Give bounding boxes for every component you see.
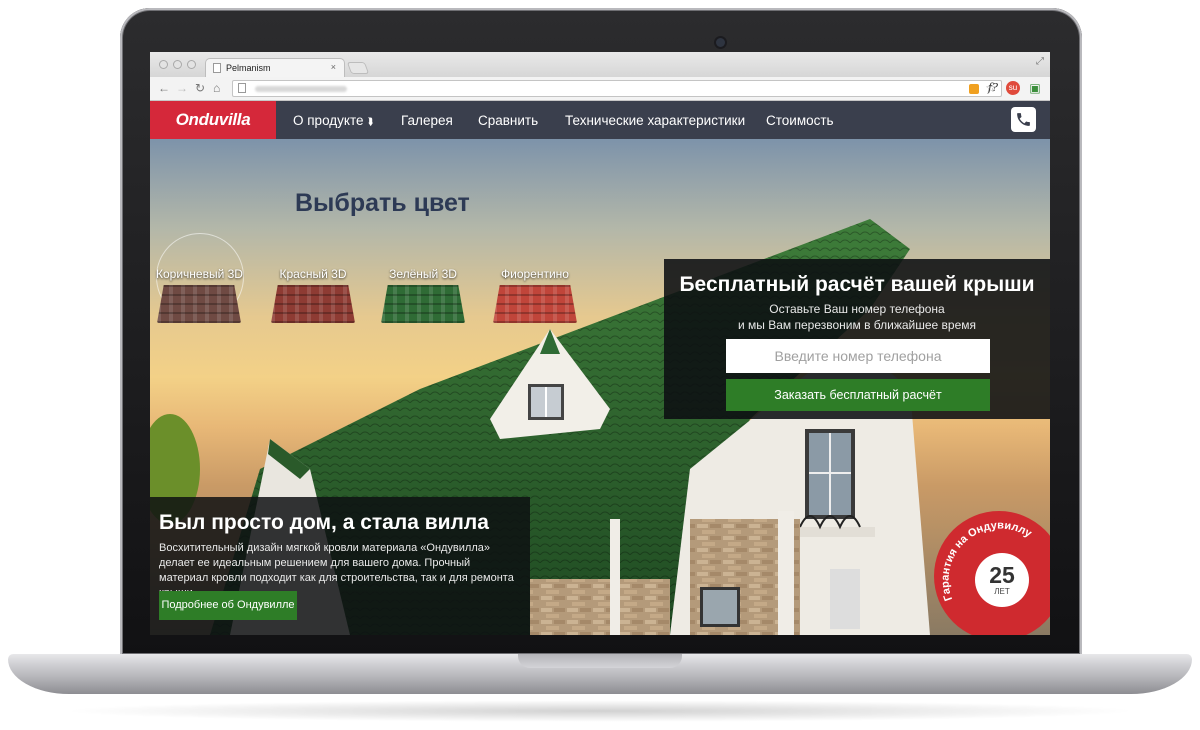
blurred-url [255,86,347,92]
nav-item-price[interactable]: Стоимость [766,101,834,139]
forward-icon[interactable]: → [176,81,188,95]
phone-icon [1017,113,1030,126]
nav-item-specs[interactable]: Технические характеристики [565,101,745,139]
hero-section: Выбрать цвет Коричневый 3D Красный 3D Зе… [150,139,1050,635]
page-icon [238,83,246,93]
browser-tabbar: Pelmanism × ⤢ [150,52,1050,77]
swatch-red[interactable]: Красный 3D [270,267,356,323]
phone-input[interactable] [726,339,990,373]
laptop-notch [518,654,682,668]
swatch-label: Красный 3D [279,267,347,281]
home-icon[interactable]: ⌂ [213,81,220,95]
chevron-down-icon: ⮯ [367,117,374,128]
fullscreen-icon[interactable]: ⤢ [1036,56,1044,67]
page-icon [213,63,221,73]
green-extension-icon[interactable]: ▣ [1028,81,1042,95]
callback-subtitle-line: и мы Вам перезвоним в ближайшее время [737,318,977,332]
reload-icon[interactable]: ↻ [195,81,205,95]
site-header: Onduvilla О продукте ⮯ Галерея Сравнить … [150,101,1050,139]
browser-tab[interactable]: Pelmanism × [205,58,345,77]
nav-item-compare[interactable]: Сравнить [478,101,538,139]
tab-title: Pelmanism [226,63,271,73]
font-extension-icon[interactable]: f? [986,81,1000,95]
camera [716,38,725,47]
warranty-badge: Гарантия на Ондувиллу 25 ЛЕТ [934,511,1050,635]
browser-toolbar: ← → ↻ ⌂ ☆ f? su ▣ [150,77,1050,101]
swatch-roof-image [493,285,577,323]
back-icon[interactable]: ← [158,81,170,95]
nav-item-about[interactable]: О продукте ⮯ [293,101,373,139]
swatch-label: Зелёный 3D [389,267,457,281]
window-minimize-button[interactable] [173,60,182,69]
swatch-roof-image [271,285,355,323]
learn-more-button[interactable]: Подробнее об Ондувилле [159,591,297,620]
swatch-green[interactable]: Зелёный 3D [380,267,466,323]
laptop-shadow [60,700,1140,722]
warranty-years: 25 [989,562,1015,588]
order-calculation-button[interactable]: Заказать бесплатный расчёт [726,379,990,411]
swatch-label: Коричневый 3D [156,267,243,281]
promo-block: Был просто дом, а стала вилла Восхитител… [150,497,530,635]
swatch-roof-image [157,285,241,323]
swatch-fiorentino[interactable]: Фиорентино [492,267,578,323]
callback-subtitle-line: Оставьте Ваш номер телефона [769,302,945,316]
choose-color-title: Выбрать цвет [295,189,470,217]
callback-title: Бесплатный расчёт вашей крыши [679,273,1035,296]
tab-close-icon[interactable]: × [331,62,336,72]
swatch-brown[interactable]: Коричневый 3D [156,267,243,323]
screen: Pelmanism × ⤢ ← → ↻ ⌂ ☆ f? su ▣ Onduvill… [150,52,1050,635]
new-tab-button[interactable] [346,62,370,74]
phone-button[interactable] [1011,107,1036,132]
window-close-button[interactable] [159,60,168,69]
nav-item-gallery[interactable]: Галерея [401,101,453,139]
extension-shield-icon[interactable] [969,84,979,94]
site-logo[interactable]: Onduvilla [150,101,276,139]
swatch-roof-image [381,285,465,323]
nav-item-label: О продукте [293,113,364,128]
callback-subtitle: Оставьте Ваш номер телефона и мы Вам пер… [664,301,1050,333]
callback-form: Бесплатный расчёт вашей крыши Оставьте В… [664,259,1050,419]
swatch-label: Фиорентино [501,267,569,281]
warranty-unit: ЛЕТ [994,587,1010,596]
promo-title: Был просто дом, а стала вилла [159,511,489,534]
address-bar[interactable]: ☆ [232,80,1002,97]
stumble-extension-icon[interactable]: su [1006,81,1020,95]
window-zoom-button[interactable] [187,60,196,69]
